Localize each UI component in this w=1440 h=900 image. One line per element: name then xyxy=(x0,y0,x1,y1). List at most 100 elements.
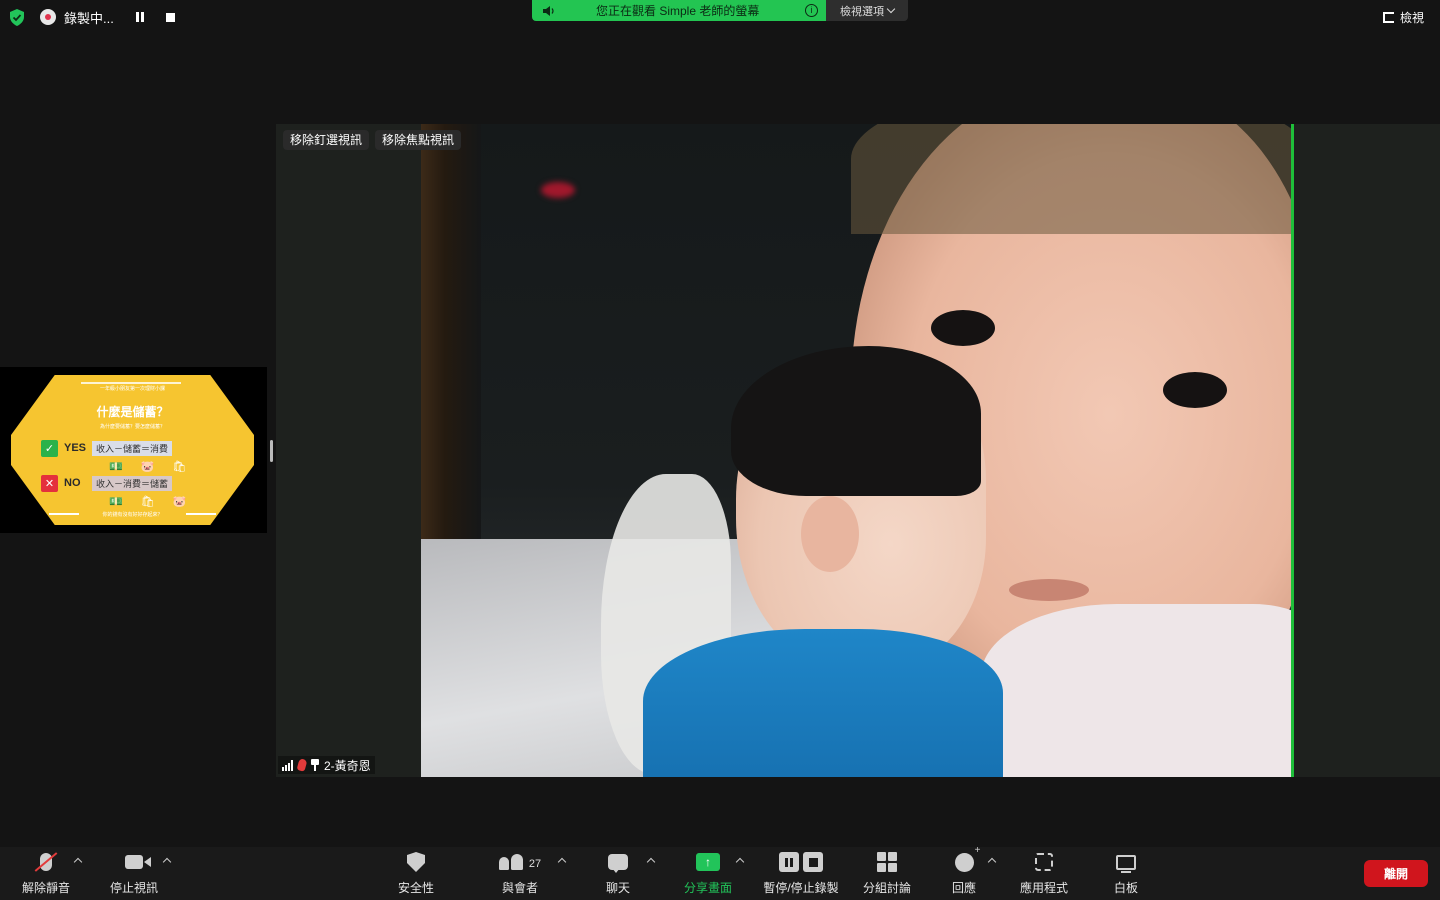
cross-icon: ✕ xyxy=(41,474,58,492)
yes-formula: 收入－儲蓄＝消費 xyxy=(92,440,173,456)
participant-name-tag: 2-黃奇恩 xyxy=(278,756,375,774)
no-formula: 收入－消費＝儲蓄 xyxy=(92,475,173,491)
slide-footer: 你的錢有沒有好好存起來？ xyxy=(102,512,163,518)
whiteboard-icon xyxy=(1116,854,1136,873)
info-icon[interactable]: i xyxy=(805,4,818,17)
recording-label: 錄製中... xyxy=(64,10,114,26)
video-baby-clothes xyxy=(981,604,1294,777)
remove-pin-button[interactable]: 移除釘選視訊 xyxy=(283,130,370,150)
security-icon xyxy=(407,852,425,872)
security-shield-icon[interactable] xyxy=(9,9,25,26)
yes-row: ✓ YES 收入－儲蓄＝消費 xyxy=(41,439,173,457)
recording-dot-icon xyxy=(40,9,56,25)
participants-label: 與會者 xyxy=(501,881,538,895)
top-bar: 錄製中... 您正在觀看 Simple 老師的螢幕 i 檢視選項 檢視 xyxy=(0,0,1440,34)
view-layout-icon xyxy=(1382,12,1394,23)
video-background-light xyxy=(541,182,575,198)
pin-icon xyxy=(311,759,319,771)
signal-strength-icon xyxy=(282,759,293,771)
unmute-label: 解除靜音 xyxy=(21,881,70,895)
pause-stop-recording-button[interactable]: 暫停/停止錄製 xyxy=(760,847,842,900)
shopping-icon: 🛍 xyxy=(140,496,155,508)
speaker-icon[interactable] xyxy=(542,5,556,17)
slide-top-line xyxy=(81,382,181,384)
reactions-caret-icon[interactable] xyxy=(987,857,997,867)
slide-question: 什麼是儲蓄？ xyxy=(96,405,169,419)
thumbnail-resize-handle[interactable] xyxy=(270,440,273,462)
share-screen-icon: ↑ xyxy=(696,853,720,871)
chevron-down-icon xyxy=(886,4,896,14)
recording-indicator: 錄製中... xyxy=(40,6,175,28)
view-label: 檢視 xyxy=(1399,11,1424,25)
no-label: NO xyxy=(64,477,81,489)
pause-recording-icon[interactable] xyxy=(135,12,146,22)
video-boy-ear xyxy=(801,496,859,572)
shared-screen-thumbnail[interactable]: 一年級小朋友第一次理財小課 什麼是儲蓄？ 為什麼要儲蓄？要怎麼儲蓄？ ✓ YES… xyxy=(0,367,267,533)
breakout-rooms-icon xyxy=(877,852,897,872)
muted-microphone-icon xyxy=(40,853,52,871)
shared-slide: 一年級小朋友第一次理財小課 什麼是儲蓄？ 為什麼要儲蓄？要怎麼儲蓄？ ✓ YES… xyxy=(11,375,254,525)
recording-controls-icon xyxy=(779,852,823,872)
video-baby-eye-right xyxy=(1163,372,1227,408)
shopping-icon: 🛍 xyxy=(172,461,187,473)
share-banner-text: 您正在觀看 Simple 老師的螢幕 xyxy=(596,4,760,18)
chat-icon xyxy=(608,854,628,873)
security-button[interactable]: 安全性 xyxy=(396,847,436,900)
reactions-label: 回應 xyxy=(951,881,976,895)
money-icon: 💵 xyxy=(109,496,123,508)
view-button[interactable]: 檢視 xyxy=(1382,9,1424,26)
video-camera-icon xyxy=(125,855,151,869)
chat-label: 聊天 xyxy=(605,881,630,895)
share-options-caret-icon[interactable] xyxy=(735,857,745,867)
stop-video-label: 停止視訊 xyxy=(109,881,158,895)
video-boy-hair xyxy=(731,346,981,496)
muted-mic-icon xyxy=(296,758,308,772)
piggy-bank-icon: 🐷 xyxy=(140,461,155,473)
pause-stop-recording-label: 暫停/停止錄製 xyxy=(763,881,839,895)
whiteboard-label: 白板 xyxy=(1113,881,1138,895)
money-icon: 💵 xyxy=(109,461,123,473)
view-options-label: 檢視選項 xyxy=(840,5,884,18)
apps-icon xyxy=(1035,853,1053,871)
stop-video-button[interactable]: 停止視訊 xyxy=(108,847,160,900)
yes-label: YES xyxy=(64,442,87,454)
breakout-rooms-button[interactable]: 分組討論 xyxy=(861,847,913,900)
participants-button[interactable]: 27 與會者 xyxy=(494,847,546,900)
active-speaker-highlight xyxy=(1291,124,1294,777)
video-options-caret-icon[interactable] xyxy=(162,857,172,867)
audio-options-caret-icon[interactable] xyxy=(73,857,83,867)
piggy-bank-icon: 🐷 xyxy=(172,496,187,508)
reactions-icon xyxy=(954,845,980,872)
participant-name: 2-黃奇恩 xyxy=(324,758,371,773)
check-icon: ✓ xyxy=(41,439,58,457)
no-icons: 💵 🛍 🐷 xyxy=(109,495,186,508)
leave-button[interactable]: 離開 xyxy=(1364,860,1428,887)
participants-count: 27 xyxy=(528,858,542,870)
video-baby-hair xyxy=(851,124,1294,234)
slide-subtitle: 為什麼要儲蓄？要怎麼儲蓄？ xyxy=(99,424,165,430)
yes-icons: 💵 🐷 🛍 xyxy=(109,460,186,473)
chat-button[interactable]: 聊天 xyxy=(602,847,634,900)
reactions-button[interactable]: 回應 xyxy=(948,845,981,900)
breakout-rooms-label: 分組討論 xyxy=(862,881,911,895)
security-label: 安全性 xyxy=(397,881,434,895)
video-background-frame xyxy=(421,124,481,604)
participants-caret-icon[interactable] xyxy=(557,857,567,867)
view-options-button[interactable]: 檢視選項 xyxy=(826,0,908,21)
share-screen-button[interactable]: ↑ 分享畫面 xyxy=(682,847,734,900)
whiteboard-button[interactable]: 白板 xyxy=(1112,847,1140,900)
unmute-button[interactable]: 解除靜音 xyxy=(20,847,72,900)
chat-caret-icon[interactable] xyxy=(646,857,656,867)
stop-recording-icon[interactable] xyxy=(165,12,175,22)
remove-spotlight-button[interactable]: 移除焦點視訊 xyxy=(375,130,462,150)
participants-icon: 27 xyxy=(498,854,542,870)
apps-label: 應用程式 xyxy=(1019,881,1068,895)
video-baby-eye-left xyxy=(931,310,995,346)
viewing-share-banner: 您正在觀看 Simple 老師的螢幕 i xyxy=(532,0,826,21)
active-speaker-stage: 移除釘選視訊 移除焦點視訊 2-黃奇恩 xyxy=(276,124,1440,777)
share-screen-label: 分享畫面 xyxy=(683,881,732,895)
no-row: ✕ NO 收入－消費＝儲蓄 xyxy=(41,474,173,492)
video-boy-shirt xyxy=(643,629,1003,777)
apps-button[interactable]: 應用程式 xyxy=(1018,847,1070,900)
participant-video[interactable] xyxy=(421,124,1294,777)
